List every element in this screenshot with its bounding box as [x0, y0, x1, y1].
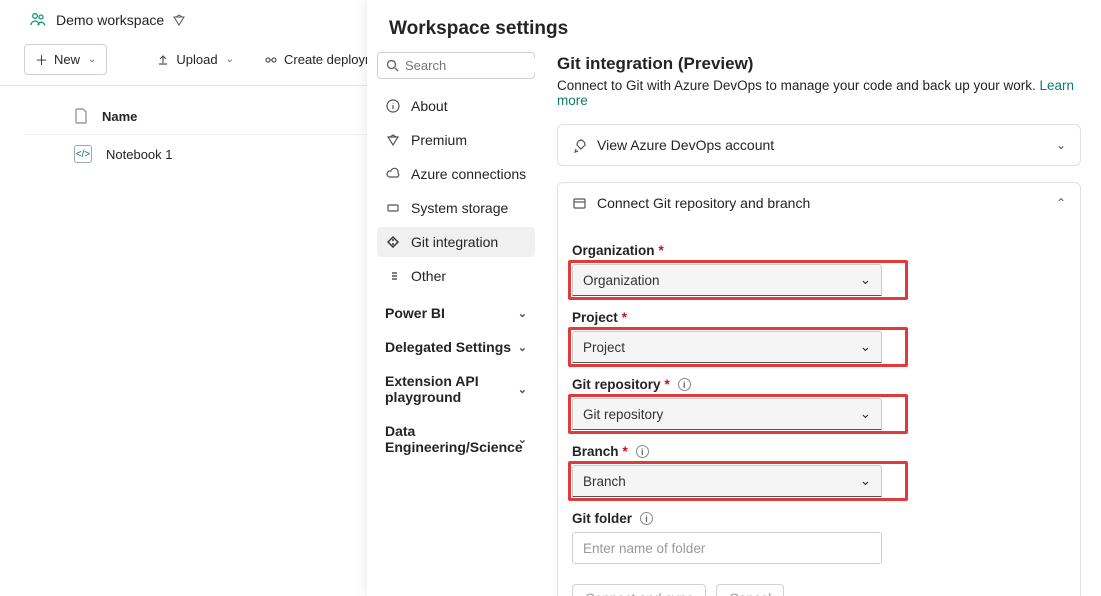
repo-select[interactable]: Git repository ⌄ — [572, 398, 882, 430]
notebook-icon: </> — [74, 145, 92, 163]
diamond-icon — [385, 133, 401, 147]
nav-section-label: Extension API playground — [385, 373, 505, 405]
required-icon: * — [665, 377, 670, 392]
people-icon — [28, 10, 48, 30]
connect-and-sync-button[interactable]: Connect and sync — [572, 584, 706, 596]
subtitle-text: Connect to Git with Azure DevOps to mana… — [557, 78, 1040, 93]
chevron-down-icon: ⌄ — [518, 383, 527, 396]
nav-git-integration[interactable]: Git integration — [377, 227, 535, 257]
settings-main: Git integration (Preview) Connect to Git… — [545, 52, 1101, 596]
field-label: Git repository — [572, 377, 661, 392]
nav-label: Azure connections — [411, 166, 526, 182]
pipeline-icon — [264, 53, 278, 67]
list-icon — [385, 269, 401, 283]
column-header-name[interactable]: Name — [102, 109, 137, 124]
nav-azure-connections[interactable]: Azure connections — [377, 159, 535, 189]
select-value: Project — [583, 340, 625, 355]
repo-field: Git repository*i Git repository ⌄ — [572, 377, 1066, 430]
git-integration-subtitle: Connect to Git with Azure DevOps to mana… — [557, 78, 1081, 108]
organization-field: Organization * Organization ⌄ — [572, 243, 1066, 296]
nav-label: System storage — [411, 200, 508, 216]
file-type-icon — [74, 108, 88, 124]
required-icon: * — [623, 444, 628, 459]
cloud-icon — [385, 167, 401, 181]
select-value: Branch — [583, 474, 626, 489]
devops-account-header[interactable]: View Azure DevOps account ⌄ — [558, 125, 1080, 165]
chevron-down-icon: ⌄ — [518, 433, 527, 446]
select-value: Organization — [583, 273, 660, 288]
branch-select[interactable]: Branch ⌄ — [572, 465, 882, 497]
nav-other[interactable]: Other — [377, 261, 535, 291]
nav-section-ext-api[interactable]: Extension API playground ⌄ — [377, 363, 535, 409]
workspace-name: Demo workspace — [56, 12, 164, 28]
chevron-down-icon: ⌄ — [226, 54, 234, 65]
git-integration-title: Git integration (Preview) — [557, 54, 1081, 74]
upload-button-label: Upload — [176, 52, 217, 67]
organization-select[interactable]: Organization ⌄ — [572, 264, 882, 296]
chevron-down-icon: ⌄ — [88, 54, 96, 65]
nav-label: Other — [411, 268, 446, 284]
nav-section-data-eng[interactable]: Data Engineering/Science ⌄ — [377, 413, 535, 459]
nav-section-delegated[interactable]: Delegated Settings ⌄ — [377, 329, 535, 359]
chevron-down-icon: ⌄ — [518, 341, 527, 354]
connect-repo-header[interactable]: Connect Git repository and branch ⌃ — [558, 183, 1080, 223]
settings-search[interactable] — [377, 52, 535, 79]
nav-about[interactable]: About — [377, 91, 535, 121]
branch-field: Branch * i Branch ⌄ — [572, 444, 1066, 497]
nav-section-label: Delegated Settings — [385, 339, 511, 355]
required-icon: * — [659, 243, 664, 258]
project-field: Project * Project ⌄ — [572, 310, 1066, 363]
nav-section-label: Power BI — [385, 305, 445, 321]
nav-section-label: Data Engineering/Science — [385, 423, 505, 455]
folder-field: Git folder i — [572, 511, 1066, 564]
nav-premium[interactable]: Premium — [377, 125, 535, 155]
info-icon[interactable]: i — [678, 378, 691, 391]
chevron-down-icon: ⌄ — [860, 406, 871, 422]
nav-section-powerbi[interactable]: Power BI ⌄ — [377, 295, 535, 325]
chevron-down-icon: ⌄ — [1056, 138, 1066, 152]
storage-icon — [385, 201, 401, 215]
field-label: Organization — [572, 243, 655, 258]
chevron-up-icon: ⌃ — [1056, 196, 1066, 210]
premium-diamond-icon — [172, 13, 186, 27]
cancel-button[interactable]: Cancel — [716, 584, 784, 596]
select-value: Git repository — [583, 407, 663, 422]
chevron-down-icon: ⌄ — [518, 307, 527, 320]
chevron-down-icon: ⌄ — [860, 339, 871, 355]
git-icon — [385, 235, 401, 249]
plus-icon: ＋ — [35, 50, 48, 69]
row-name: Notebook 1 — [106, 147, 173, 162]
field-label: Git folder — [572, 511, 632, 526]
chevron-down-icon: ⌄ — [860, 473, 871, 489]
card-title: Connect Git repository and branch — [597, 195, 1046, 211]
devops-account-card: View Azure DevOps account ⌄ — [557, 124, 1081, 166]
field-label: Branch — [572, 444, 619, 459]
upload-icon — [156, 53, 170, 67]
nav-label: Premium — [411, 132, 467, 148]
info-icon[interactable]: i — [636, 445, 649, 458]
nav-label: About — [411, 98, 448, 114]
project-select[interactable]: Project ⌄ — [572, 331, 882, 363]
settings-nav: About Premium Azure connections System s… — [367, 52, 545, 596]
info-icon[interactable]: i — [640, 512, 653, 525]
workspace-settings-panel: Workspace settings About Premium Azure c… — [367, 0, 1101, 596]
info-icon — [385, 99, 401, 113]
upload-button[interactable]: Upload ⌄ — [145, 46, 245, 73]
rocket-icon — [572, 138, 587, 153]
required-icon: * — [622, 310, 627, 325]
panel-title: Workspace settings — [367, 0, 1101, 52]
repo-icon — [572, 196, 587, 211]
search-icon — [386, 59, 399, 72]
connect-repo-card: Connect Git repository and branch ⌃ Orga… — [557, 182, 1081, 596]
git-folder-input[interactable] — [572, 532, 882, 564]
new-button-label: New — [54, 52, 80, 67]
card-title: View Azure DevOps account — [597, 137, 1046, 153]
nav-system-storage[interactable]: System storage — [377, 193, 535, 223]
nav-label: Git integration — [411, 234, 498, 250]
field-label: Project — [572, 310, 618, 325]
chevron-down-icon: ⌄ — [860, 272, 871, 288]
new-button[interactable]: ＋ New ⌄ — [24, 44, 107, 75]
